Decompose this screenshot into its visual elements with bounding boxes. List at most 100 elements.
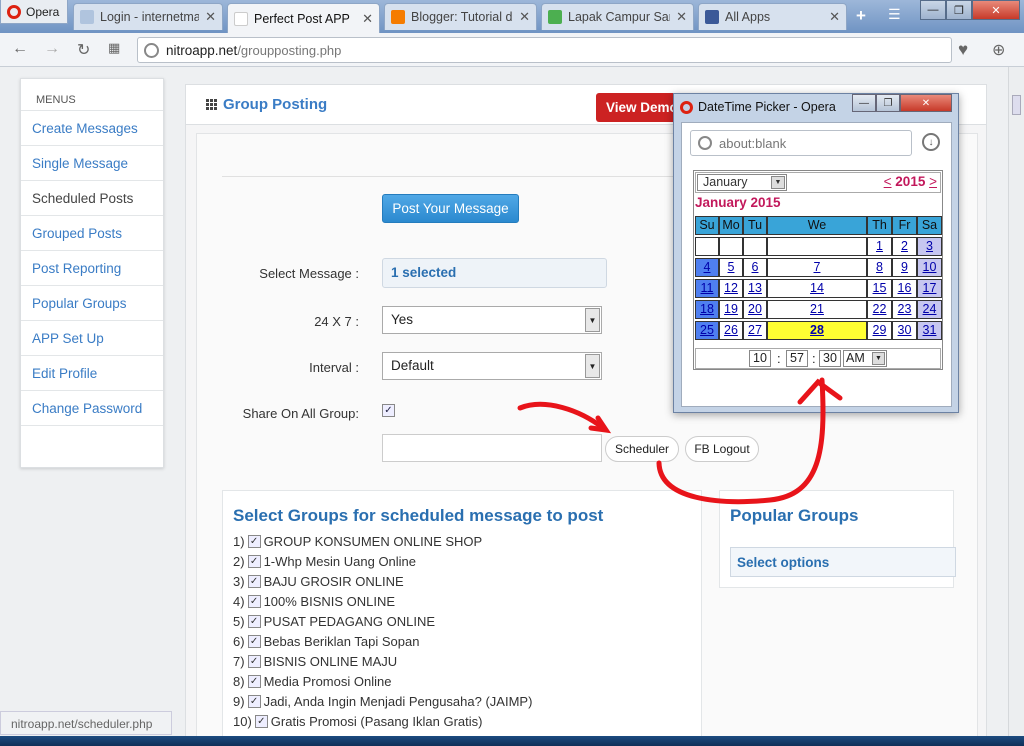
group-row[interactable]: 9) ✓ Jadi, Anda Ingin Menjadi Pengusaha? (… — [233, 694, 532, 709]
calendar-day[interactable]: 23 — [892, 300, 917, 319]
group-row[interactable]: 7) ✓ BISNIS ONLINE MAJU — [233, 654, 397, 669]
group-row[interactable]: 2) ✓ 1-Whp Mesin Uang Online — [233, 554, 416, 569]
sidebar-item-scheduled-posts[interactable]: Scheduled Posts — [21, 181, 163, 216]
calendar-day[interactable]: 22 — [867, 300, 892, 319]
group-checkbox[interactable]: ✓ — [247, 555, 261, 568]
group-checkbox[interactable]: ✓ — [247, 675, 261, 688]
minimize-icon[interactable]: — — [852, 94, 876, 112]
download-icon[interactable]: ↓ — [922, 133, 940, 151]
group-row[interactable]: 3) ✓ BAJU GROSIR ONLINE — [233, 574, 404, 589]
group-checkbox[interactable]: ✓ — [247, 535, 261, 548]
calendar-day[interactable]: 6 — [743, 258, 767, 277]
close-icon[interactable]: ✕ — [362, 11, 373, 27]
scheduler-button[interactable]: Scheduler — [605, 436, 679, 462]
calendar-day[interactable]: 28 — [767, 321, 867, 340]
heart-icon[interactable]: ♥ — [958, 40, 968, 60]
select-message-field[interactable]: 1 selected — [382, 258, 607, 288]
sidebar-item-single-message[interactable]: Single Message — [21, 146, 163, 181]
calendar-day[interactable]: 12 — [719, 279, 743, 298]
chevron-down-icon[interactable]: ▼ — [585, 308, 600, 332]
group-row[interactable]: 1) ✓ GROUP KONSUMEN ONLINE SHOP — [233, 534, 482, 549]
scrollbar-thumb[interactable] — [1012, 95, 1021, 115]
calendar-day[interactable]: 19 — [719, 300, 743, 319]
tab-blogger[interactable]: Blogger: Tutorial da ✕ — [384, 3, 537, 30]
popular-groups-select[interactable]: Select options — [730, 547, 956, 577]
interval-select[interactable]: Default ▼ — [382, 352, 602, 380]
page-scrollbar[interactable] — [1008, 67, 1024, 746]
sidebar-item-change-password[interactable]: Change Password — [21, 391, 163, 426]
group-row[interactable]: 6) ✓ Bebas Beriklan Tapi Sopan — [233, 634, 419, 649]
calendar-day[interactable]: 3 — [917, 237, 942, 256]
reload-icon[interactable]: ↻ — [77, 40, 90, 60]
group-checkbox[interactable]: ✓ — [247, 595, 261, 608]
calendar-day[interactable]: 29 — [867, 321, 892, 340]
calendar-day[interactable]: 1 — [867, 237, 892, 256]
group-row[interactable]: 8) ✓ Media Promosi Online — [233, 674, 391, 689]
close-icon[interactable]: ✕ — [519, 9, 530, 25]
tab-perfect-post[interactable]: Perfect Post APP ✕ — [227, 3, 380, 33]
calendar-day[interactable]: 25 — [695, 321, 719, 340]
sidebar-item-create-messages[interactable]: Create Messages — [21, 111, 163, 146]
chevron-down-icon[interactable]: ▼ — [585, 354, 600, 378]
tab-menu-icon[interactable]: ☰ — [888, 6, 901, 23]
group-checkbox[interactable]: ✓ — [247, 635, 261, 648]
calendar-day[interactable]: 4 — [695, 258, 719, 277]
download-icon[interactable]: ⊕ — [992, 40, 1005, 60]
calendar-day[interactable]: 17 — [917, 279, 942, 298]
next-year-link[interactable]: > — [929, 174, 937, 189]
maximize-icon[interactable]: ❐ — [946, 0, 972, 20]
calendar-day[interactable]: 27 — [743, 321, 767, 340]
calendar-day[interactable]: 7 — [767, 258, 867, 277]
calendar-day[interactable]: 10 — [917, 258, 942, 277]
forward-icon[interactable]: → — [44, 40, 60, 58]
calendar-day[interactable]: 16 — [892, 279, 917, 298]
group-row[interactable]: 10) ✓ Gratis Promosi (Pasang Iklan Gratis) — [233, 714, 482, 729]
opera-menu-button[interactable]: Opera — [0, 0, 68, 24]
group-checkbox[interactable]: ✓ — [247, 575, 261, 588]
fb-logout-button[interactable]: FB Logout — [685, 436, 759, 462]
group-checkbox[interactable]: ✓ — [247, 695, 261, 708]
new-tab-icon[interactable]: + — [856, 6, 866, 26]
calendar-day[interactable]: 8 — [867, 258, 892, 277]
back-icon[interactable]: ← — [12, 40, 28, 58]
close-icon[interactable]: ✕ — [829, 9, 840, 25]
calendar-day[interactable]: 24 — [917, 300, 942, 319]
calendar-day[interactable]: 18 — [695, 300, 719, 319]
tab-lapak[interactable]: Lapak Campur Sari ✕ — [541, 3, 694, 30]
month-select[interactable]: January ▼ — [697, 174, 787, 191]
calendar-day[interactable]: 9 — [892, 258, 917, 277]
calendar-day[interactable]: 21 — [767, 300, 867, 319]
minute-field[interactable]: 57 — [786, 350, 808, 367]
sidebar-item-edit-profile[interactable]: Edit Profile — [21, 356, 163, 391]
close-window-icon[interactable]: ✕ — [900, 94, 952, 112]
sidebar-item-app-setup[interactable]: APP Set Up — [21, 321, 163, 356]
calendar-day[interactable]: 15 — [867, 279, 892, 298]
group-checkbox[interactable]: ✓ — [254, 715, 268, 728]
group-row[interactable]: 5) ✓ PUSAT PEDAGANG ONLINE — [233, 614, 435, 629]
calendar-day[interactable]: 2 — [892, 237, 917, 256]
close-window-icon[interactable]: ✕ — [972, 0, 1020, 20]
calendar-day[interactable]: 26 — [719, 321, 743, 340]
calendar-day[interactable]: 11 — [695, 279, 719, 298]
sidebar-item-grouped-posts[interactable]: Grouped Posts — [21, 216, 163, 251]
calendar-day[interactable]: 5 — [719, 258, 743, 277]
hour-field[interactable]: 10 — [749, 350, 771, 367]
calendar-day[interactable]: 31 — [917, 321, 942, 340]
chevron-down-icon[interactable]: ▼ — [771, 176, 785, 189]
prev-year-link[interactable]: < — [884, 174, 892, 189]
tab-all-apps[interactable]: All Apps ✕ — [698, 3, 847, 30]
close-icon[interactable]: ✕ — [676, 9, 687, 25]
post-your-message-button[interactable]: Post Your Message — [382, 194, 519, 223]
group-checkbox[interactable]: ✓ — [247, 655, 261, 668]
minimize-icon[interactable]: — — [920, 0, 946, 20]
group-checkbox[interactable]: ✓ — [247, 615, 261, 628]
sidebar-item-popular-groups[interactable]: Popular Groups — [21, 286, 163, 321]
chevron-down-icon[interactable]: ▼ — [872, 352, 885, 365]
calendar-day[interactable]: 20 — [743, 300, 767, 319]
calendar-day[interactable]: 13 — [743, 279, 767, 298]
schedule-datetime-input[interactable] — [382, 434, 602, 462]
mode-select[interactable]: Yes ▼ — [382, 306, 602, 334]
second-field[interactable]: 30 — [819, 350, 841, 367]
ampm-select[interactable]: AM ▼ — [843, 350, 887, 367]
url-field[interactable]: nitroapp.net/groupposting.php — [137, 37, 952, 63]
